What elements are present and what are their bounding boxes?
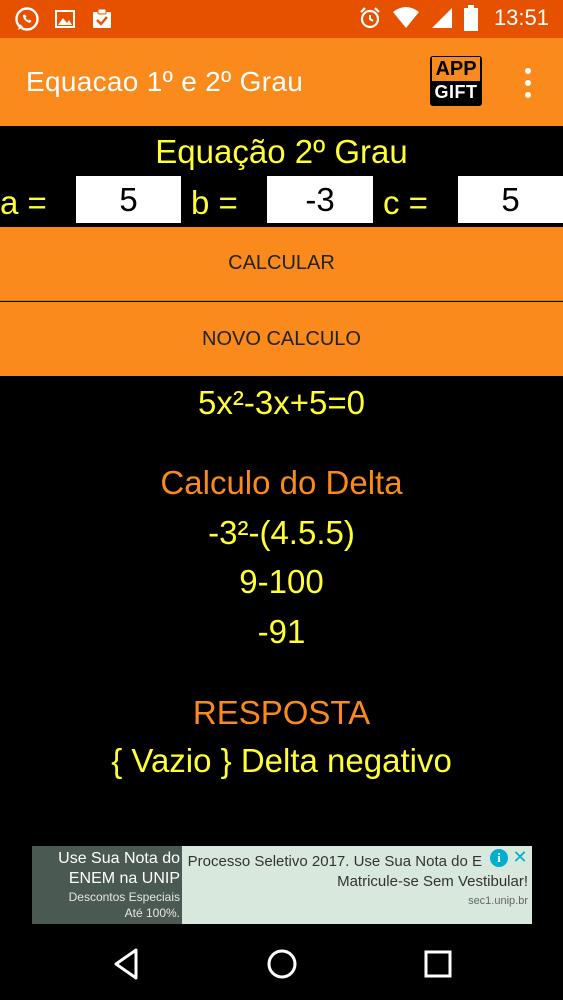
- equation-text: 5x²-3x+5=0: [198, 384, 365, 421]
- c-label: c =: [383, 184, 428, 221]
- ad-left-line-2: ENEM na UNIP: [68, 870, 180, 887]
- logo-top-text: APP: [432, 57, 480, 81]
- delta-result: -91: [257, 613, 306, 650]
- ad-close-icon[interactable]: ✕: [511, 848, 529, 866]
- new-calculation-button[interactable]: NOVO CALCULO: [0, 302, 563, 376]
- signal-icon: [430, 6, 454, 30]
- navigation-bar: [0, 930, 563, 1000]
- delta-heading: Calculo do Delta: [160, 464, 403, 501]
- answer-text: { Vazio } Delta negativo: [111, 742, 452, 779]
- ad-subline: Matricule-se Sem Vestibular!: [337, 873, 528, 890]
- app-title: Equacao 1º e 2º Grau: [26, 66, 304, 97]
- app-gift-logo[interactable]: APP GIFT: [430, 56, 482, 106]
- home-icon[interactable]: [264, 946, 300, 987]
- logo-bottom-text: GIFT: [434, 82, 478, 102]
- c-input[interactable]: [458, 176, 563, 223]
- a-input[interactable]: [76, 176, 181, 223]
- b-input[interactable]: [267, 176, 373, 223]
- whatsapp-icon: [14, 6, 40, 32]
- equation-title: Equação 2º Grau: [155, 133, 408, 170]
- clipboard-check-icon: [90, 7, 114, 31]
- ad-left-line-3: Descontos Especiais: [68, 890, 180, 904]
- ad-headline: Processo Seletivo 2017. Use Sua Nota do …: [187, 853, 482, 870]
- delta-step-1: -3²-(4.5.5): [208, 514, 355, 551]
- back-icon[interactable]: [110, 946, 142, 987]
- ad-url: sec1.unip.br: [468, 895, 528, 907]
- image-icon: [54, 8, 76, 30]
- b-label: b =: [191, 184, 238, 221]
- ad-image-panel[interactable]: Use Sua Nota do ENEM na UNIP Descontos E…: [32, 846, 182, 924]
- alarm-icon: [358, 6, 382, 30]
- ad-info-icon[interactable]: i: [490, 849, 508, 867]
- answer-heading: RESPOSTA: [192, 694, 371, 731]
- a-label: a =: [0, 184, 47, 221]
- status-bar: 13:51: [0, 0, 563, 38]
- calculate-button[interactable]: CALCULAR: [0, 227, 563, 301]
- ad-banner[interactable]: Use Sua Nota do ENEM na UNIP Descontos E…: [32, 846, 532, 924]
- app-bar: Equacao 1º e 2º Grau APP GIFT: [0, 38, 563, 126]
- ad-left-line-1: Use Sua Nota do: [58, 850, 180, 867]
- recents-icon[interactable]: [422, 946, 454, 987]
- status-time: 13:51: [493, 5, 549, 30]
- overflow-menu-icon[interactable]: [520, 68, 536, 98]
- wifi-icon: [392, 6, 420, 30]
- ad-left-line-4: Até 100%.: [124, 906, 180, 920]
- delta-step-2: 9-100: [239, 563, 324, 600]
- ad-text-panel[interactable]: Processo Seletivo 2017. Use Sua Nota do …: [182, 846, 532, 924]
- battery-icon: [463, 5, 478, 31]
- coefficient-row: a = b = c =: [0, 176, 563, 224]
